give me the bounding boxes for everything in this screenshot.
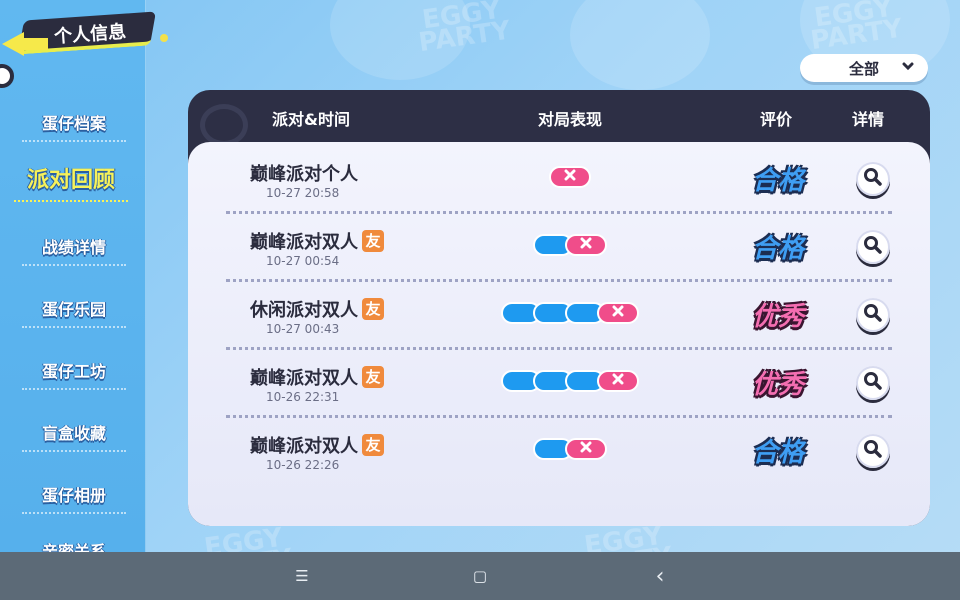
sidebar-item-blind-box[interactable]: 盲盒收藏 bbox=[22, 420, 126, 452]
rating-label: 优秀 bbox=[752, 370, 805, 400]
performance-pills bbox=[501, 368, 639, 394]
friend-badge: 友 bbox=[362, 366, 384, 388]
magnifier-icon bbox=[863, 235, 883, 259]
decor-dot bbox=[160, 34, 168, 42]
table-body: 巅峰派对个人 10-27 20:58 合格 巅峰派对双人友 10-27 00:54 合格休… bbox=[188, 142, 930, 526]
party-mode: 巅峰派对个人 bbox=[250, 160, 358, 186]
back-button[interactable]: 个人信息 bbox=[2, 11, 182, 64]
table-row: 休闲派对双人友 10-27 00:43 优秀 bbox=[226, 282, 892, 350]
home-icon[interactable]: ▢ bbox=[470, 566, 490, 586]
cross-icon bbox=[612, 373, 624, 389]
chevron-down-icon bbox=[902, 59, 914, 77]
friend-badge: 友 bbox=[362, 230, 384, 252]
match-time: 10-26 22:31 bbox=[266, 390, 340, 404]
round-loss-pill bbox=[565, 234, 607, 256]
round-loss-pill bbox=[597, 370, 639, 392]
table-header: 派对&时间 对局表现 评价 详情 bbox=[188, 90, 930, 146]
header-details: 详情 bbox=[852, 110, 885, 129]
performance-pills bbox=[533, 232, 607, 258]
sidebar: 蛋仔档案 派对回顾 战绩详情 蛋仔乐园 蛋仔工坊 盲盒收藏 蛋仔相册 亲密关系 bbox=[0, 0, 146, 561]
match-time: 10-27 00:54 bbox=[266, 254, 340, 268]
detail-button[interactable] bbox=[856, 298, 890, 332]
magnifier-icon bbox=[863, 167, 883, 191]
friend-badge: 友 bbox=[362, 434, 384, 456]
table-row: 巅峰派对双人友 10-27 00:54 合格 bbox=[226, 214, 892, 282]
detail-button[interactable] bbox=[856, 366, 890, 400]
sidebar-item-profile[interactable]: 蛋仔档案 bbox=[22, 110, 126, 142]
party-mode-label: 巅峰派对双人 bbox=[250, 436, 358, 457]
page-title: 个人信息 bbox=[53, 21, 127, 48]
filter-selected-value: 全部 bbox=[848, 59, 879, 78]
match-time: 10-26 22:26 bbox=[266, 458, 340, 472]
header-face-decoration bbox=[200, 104, 248, 146]
match-time: 10-27 20:58 bbox=[266, 186, 340, 200]
party-mode: 巅峰派对双人友 bbox=[250, 364, 384, 390]
round-loss-pill bbox=[565, 438, 607, 460]
performance-pills bbox=[549, 164, 591, 190]
detail-button[interactable] bbox=[856, 434, 890, 468]
party-mode-label: 休闲派对双人 bbox=[250, 300, 358, 321]
header-rating: 评价 bbox=[760, 110, 793, 129]
rating-label: 合格 bbox=[752, 438, 805, 468]
friend-badge: 友 bbox=[362, 298, 384, 320]
header-party-time: 派对&时间 bbox=[272, 110, 350, 129]
party-mode: 巅峰派对双人友 bbox=[250, 432, 384, 458]
magnifier-icon bbox=[863, 371, 883, 395]
cross-icon bbox=[564, 169, 576, 185]
header-performance: 对局表现 bbox=[538, 110, 603, 129]
party-mode-label: 巅峰派对双人 bbox=[250, 232, 358, 253]
party-history-panel: 派对&时间 对局表现 评价 详情 巅峰派对个人 10-27 20:58 合格 巅峰派对… bbox=[188, 90, 930, 526]
sidebar-item-album[interactable]: 蛋仔相册 bbox=[22, 482, 126, 514]
detail-button[interactable] bbox=[856, 230, 890, 264]
sidebar-item-party-review[interactable]: 派对回顾 bbox=[14, 162, 128, 202]
back-knob-icon bbox=[0, 64, 14, 88]
party-mode-label: 巅峰派对双人 bbox=[250, 368, 358, 389]
background-watermark: EGGY PARTY bbox=[416, 0, 513, 59]
detail-button[interactable] bbox=[856, 162, 890, 196]
rating-label: 合格 bbox=[752, 166, 805, 196]
system-navigation-bar: ☰ ▢ ‹ bbox=[0, 552, 960, 600]
magnifier-icon bbox=[863, 303, 883, 327]
performance-pills bbox=[533, 436, 607, 462]
table-row: 巅峰派对双人友 10-26 22:31 优秀 bbox=[226, 350, 892, 418]
sidebar-item-eggy-park[interactable]: 蛋仔乐园 bbox=[22, 296, 126, 328]
filter-dropdown[interactable]: 全部 bbox=[800, 54, 928, 82]
round-loss-pill bbox=[597, 302, 639, 324]
background-decoration bbox=[570, 0, 710, 90]
party-mode-label: 巅峰派对个人 bbox=[250, 164, 358, 185]
table-row: 巅峰派对个人 10-27 20:58 合格 bbox=[226, 146, 892, 214]
cross-icon bbox=[612, 305, 624, 321]
cross-icon bbox=[580, 441, 592, 457]
party-mode: 休闲派对双人友 bbox=[250, 296, 384, 322]
rating-label: 合格 bbox=[752, 234, 805, 264]
round-loss-pill bbox=[549, 166, 591, 188]
performance-pills bbox=[501, 300, 639, 326]
back-icon[interactable]: ‹ bbox=[650, 564, 670, 589]
party-mode: 巅峰派对双人友 bbox=[250, 228, 384, 254]
sidebar-item-workshop[interactable]: 蛋仔工坊 bbox=[22, 358, 126, 390]
menu-icon[interactable]: ☰ bbox=[292, 566, 312, 586]
back-arrow-tail bbox=[20, 38, 48, 50]
cross-icon bbox=[580, 237, 592, 253]
rating-label: 优秀 bbox=[752, 302, 805, 332]
magnifier-icon bbox=[863, 439, 883, 463]
sidebar-item-record-details[interactable]: 战绩详情 bbox=[22, 234, 126, 266]
match-time: 10-27 00:43 bbox=[266, 322, 340, 336]
table-row: 巅峰派对双人友 10-26 22:26 合格 bbox=[226, 418, 892, 486]
